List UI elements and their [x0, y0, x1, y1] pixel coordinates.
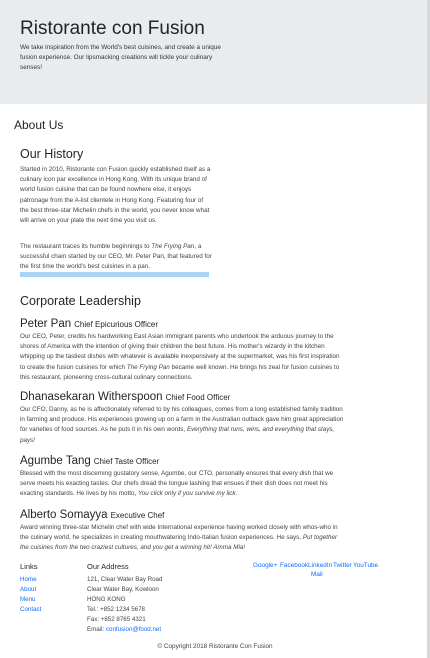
footer-link-menu[interactable]: Menu [20, 596, 35, 603]
leader-name-agumbe: Agumbe Tang Chief Taste Officer [20, 455, 160, 467]
address-fax: Fax: +852 8765 4321 [87, 616, 146, 623]
copyright-text: © Copyright 2018 Ristorante Con Fusion [157, 643, 273, 650]
address-line: 121, Clear Water Bay Road [87, 576, 163, 583]
address-phone: Tel.: +852 1234 5678 [87, 606, 145, 613]
twitter-link[interactable]: Twitter [333, 562, 352, 569]
google-plus-link[interactable]: Google+ [253, 562, 277, 569]
footer-link-contact[interactable]: Contact [20, 606, 41, 613]
history-paragraph-1: Started in 2010, Ristorante con Fusion q… [20, 166, 211, 225]
brand-description: We take inspiration from the World's bes… [20, 44, 221, 71]
footer-links-heading: Links [20, 562, 38, 571]
email-link[interactable]: confusion@food.net [106, 626, 161, 633]
history-paragraph-2: The restaurant traces its humble beginni… [20, 243, 212, 271]
footer-link-about[interactable]: About [20, 586, 36, 593]
leadership-heading: Corporate Leadership [20, 294, 141, 308]
mail-link[interactable]: Mail [311, 571, 323, 578]
leader-role: Executive Chef [110, 511, 165, 520]
leader-bio-agumbe: Blessed with the most discerning gustato… [20, 470, 334, 498]
footer-address-heading: Our Address [87, 562, 129, 571]
address-email: Email: confusion@food.net [87, 626, 162, 633]
leader-bio-dhanasekaran: Our CFO, Danny, as he is affectionately … [20, 406, 344, 444]
facebook-link[interactable]: Facebook [280, 562, 308, 569]
youtube-link[interactable]: YouTube [353, 562, 378, 569]
brand-title: Ristorante con Fusion [20, 18, 205, 39]
leader-role: Chief Taste Officer [93, 457, 160, 466]
leader-role: Chief Epicurious Officer [74, 320, 159, 329]
address-line: HONG KONG [87, 596, 126, 603]
footer-link-home[interactable]: Home [20, 576, 37, 583]
leader-name-alberto: Alberto Somayya Executive Chef [20, 509, 165, 521]
leader-bio-alberto: Award winning three-star Michelin chef w… [20, 524, 338, 552]
breadcrumb-active: About Us [14, 118, 64, 132]
leader-name-peter: Peter Pan Chief Epicurious Officer [20, 318, 159, 330]
linkedin-link[interactable]: LinkedIn [308, 562, 332, 569]
address-line: Clear Water Bay, Kowloon [87, 586, 159, 593]
leader-role: Chief Food Officer [165, 393, 231, 402]
history-heading: Our History [20, 147, 84, 161]
text-selection-highlight [20, 272, 209, 277]
leader-bio-peter: Our CEO, Peter, credits his hardworking … [20, 333, 340, 381]
leader-name-dhanasekaran: Dhanasekaran Witherspoon Chief Food Offic… [20, 391, 231, 403]
